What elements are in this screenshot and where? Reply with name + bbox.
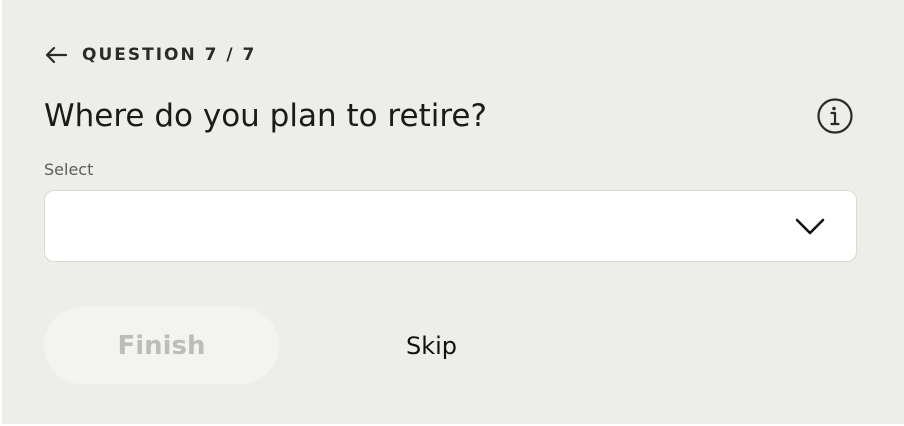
question-progress: QUESTION 7 / 7 <box>82 45 257 65</box>
skip-button[interactable]: Skip <box>406 328 457 364</box>
finish-button[interactable]: Finish <box>44 307 279 384</box>
info-circle-icon <box>817 98 853 134</box>
select-label: Select <box>44 160 94 179</box>
question-title: Where do you plan to retire? <box>44 98 487 134</box>
question-header: QUESTION 7 / 7 <box>44 42 256 68</box>
chevron-down-icon <box>795 218 825 235</box>
back-button[interactable] <box>44 42 70 68</box>
retirement-location-select[interactable] <box>44 190 857 262</box>
arrow-left-icon <box>45 46 68 64</box>
question-panel: QUESTION 7 / 7 Where do you plan to reti… <box>2 0 904 424</box>
info-button[interactable] <box>816 97 854 135</box>
